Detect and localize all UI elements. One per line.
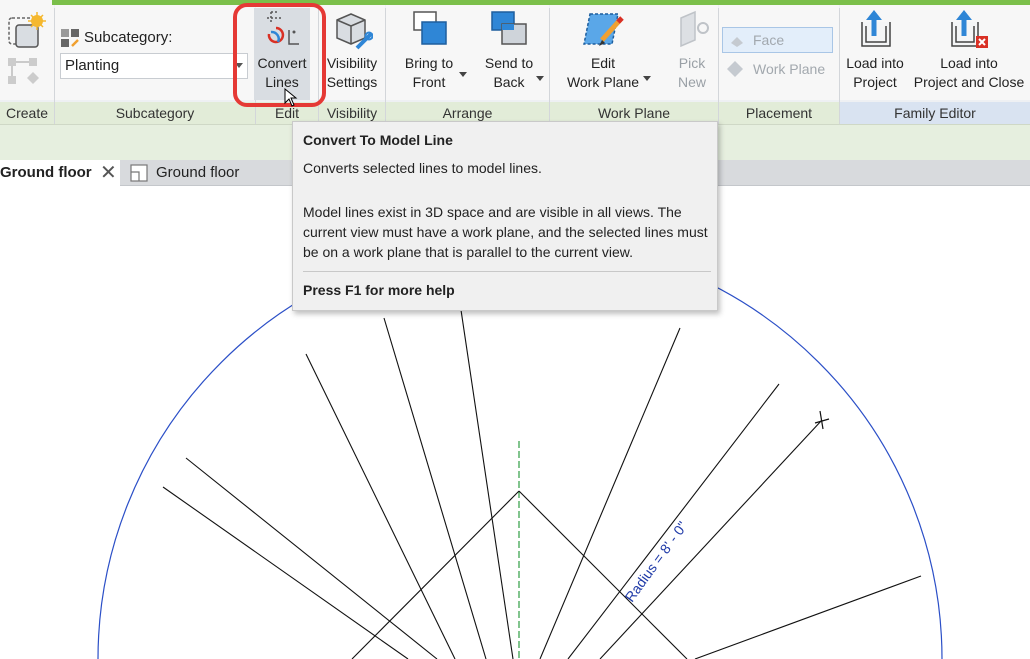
panel-label-family-editor[interactable]: Family Editor <box>840 102 1030 124</box>
load-into-project-button[interactable]: Load into Project <box>840 8 910 92</box>
create-form-icon <box>8 12 46 84</box>
tooltip-title: Convert To Model Line <box>303 132 453 148</box>
edit-work-plane-icon <box>583 13 624 46</box>
tooltip-body: Model lines exist in 3D space and are vi… <box>303 204 708 260</box>
load-into-project-label-1: Load into <box>846 55 904 71</box>
subcategory-selected-value: Planting <box>65 57 120 74</box>
radius-dimension-label[interactable]: Radius = 8' - 0" <box>621 518 690 604</box>
floor-plan-icon <box>130 164 148 182</box>
subcategory-title: Subcategory: <box>84 29 173 46</box>
bring-to-front-icon <box>413 11 447 45</box>
subcategory-icon <box>61 29 79 47</box>
close-icon[interactable]: ✕ <box>100 163 117 183</box>
tooltip-divider <box>303 271 711 272</box>
bring-to-front-label-1: Bring to <box>404 55 454 71</box>
work-plane-icon <box>727 61 743 77</box>
highlight-box <box>233 3 326 107</box>
load-into-project-and-close-label-2: Project and Close <box>913 74 1025 90</box>
visibility-settings-label-1: Visibility <box>326 55 378 71</box>
tooltip-help: Press F1 for more help <box>303 282 455 298</box>
edit-work-plane-label-2: Work Plane <box>566 74 640 90</box>
send-to-back-button[interactable]: Send to Back <box>476 8 542 92</box>
chevron-down-icon[interactable] <box>459 72 467 77</box>
pick-new-label-2: New <box>677 74 706 90</box>
send-to-back-label-2: Back <box>493 74 525 90</box>
model-lines <box>162 309 922 659</box>
tab-ground-floor[interactable]: Ground floor <box>122 160 292 186</box>
edit-work-plane-button[interactable]: Edit Work Plane <box>560 8 646 92</box>
work-plane-placement-button[interactable]: Work Plane <box>726 60 825 78</box>
chevron-down-icon[interactable] <box>536 76 544 81</box>
visibility-settings-label-2: Settings <box>326 74 378 90</box>
chevron-down-icon[interactable] <box>643 76 651 81</box>
subcategory-select[interactable]: Planting <box>60 53 248 79</box>
load-into-project-icon <box>861 10 891 47</box>
tooltip: Convert To Model Line Converts selected … <box>292 121 718 311</box>
load-into-project-and-close-label-1: Load into <box>940 55 998 71</box>
tooltip-subtitle: Converts selected lines to model lines. <box>303 160 542 176</box>
mouse-cursor-icon <box>284 88 298 107</box>
panel-label-placement[interactable]: Placement <box>719 102 839 124</box>
pick-new-label-1: Pick <box>678 55 706 71</box>
pick-new-icon <box>680 10 709 48</box>
send-to-back-icon <box>491 11 527 45</box>
work-plane-label: Work Plane <box>753 61 826 77</box>
bring-to-front-label-2: Front <box>412 74 446 90</box>
tab-label: Ground floor <box>156 164 240 181</box>
dimension-tick <box>819 410 824 430</box>
load-into-project-and-close-button[interactable]: Load into Project and Close <box>910 8 1028 92</box>
visibility-settings-button[interactable]: Visibility Settings <box>322 8 382 92</box>
send-to-back-label-1: Send to <box>484 55 534 71</box>
load-into-project-and-close-icon <box>951 10 988 48</box>
face-icon <box>731 37 743 47</box>
bring-to-front-button[interactable]: Bring to Front <box>396 8 462 92</box>
create-tool[interactable] <box>3 10 49 95</box>
face-label: Face <box>753 32 785 48</box>
tab-ground-floor-active[interactable]: Ground floor ✕ <box>0 160 120 186</box>
face-placement-button[interactable]: Face <box>722 27 833 53</box>
edit-work-plane-label-1: Edit <box>590 55 616 71</box>
visibility-settings-icon <box>336 13 373 50</box>
tab-label: Ground floor <box>0 164 92 181</box>
pick-new-button[interactable]: Pick New <box>666 8 718 92</box>
panel-label-subcategory[interactable]: Subcategory <box>55 102 255 124</box>
panel-label-create[interactable]: Create <box>0 102 54 124</box>
load-into-project-label-2: Project <box>853 74 897 90</box>
